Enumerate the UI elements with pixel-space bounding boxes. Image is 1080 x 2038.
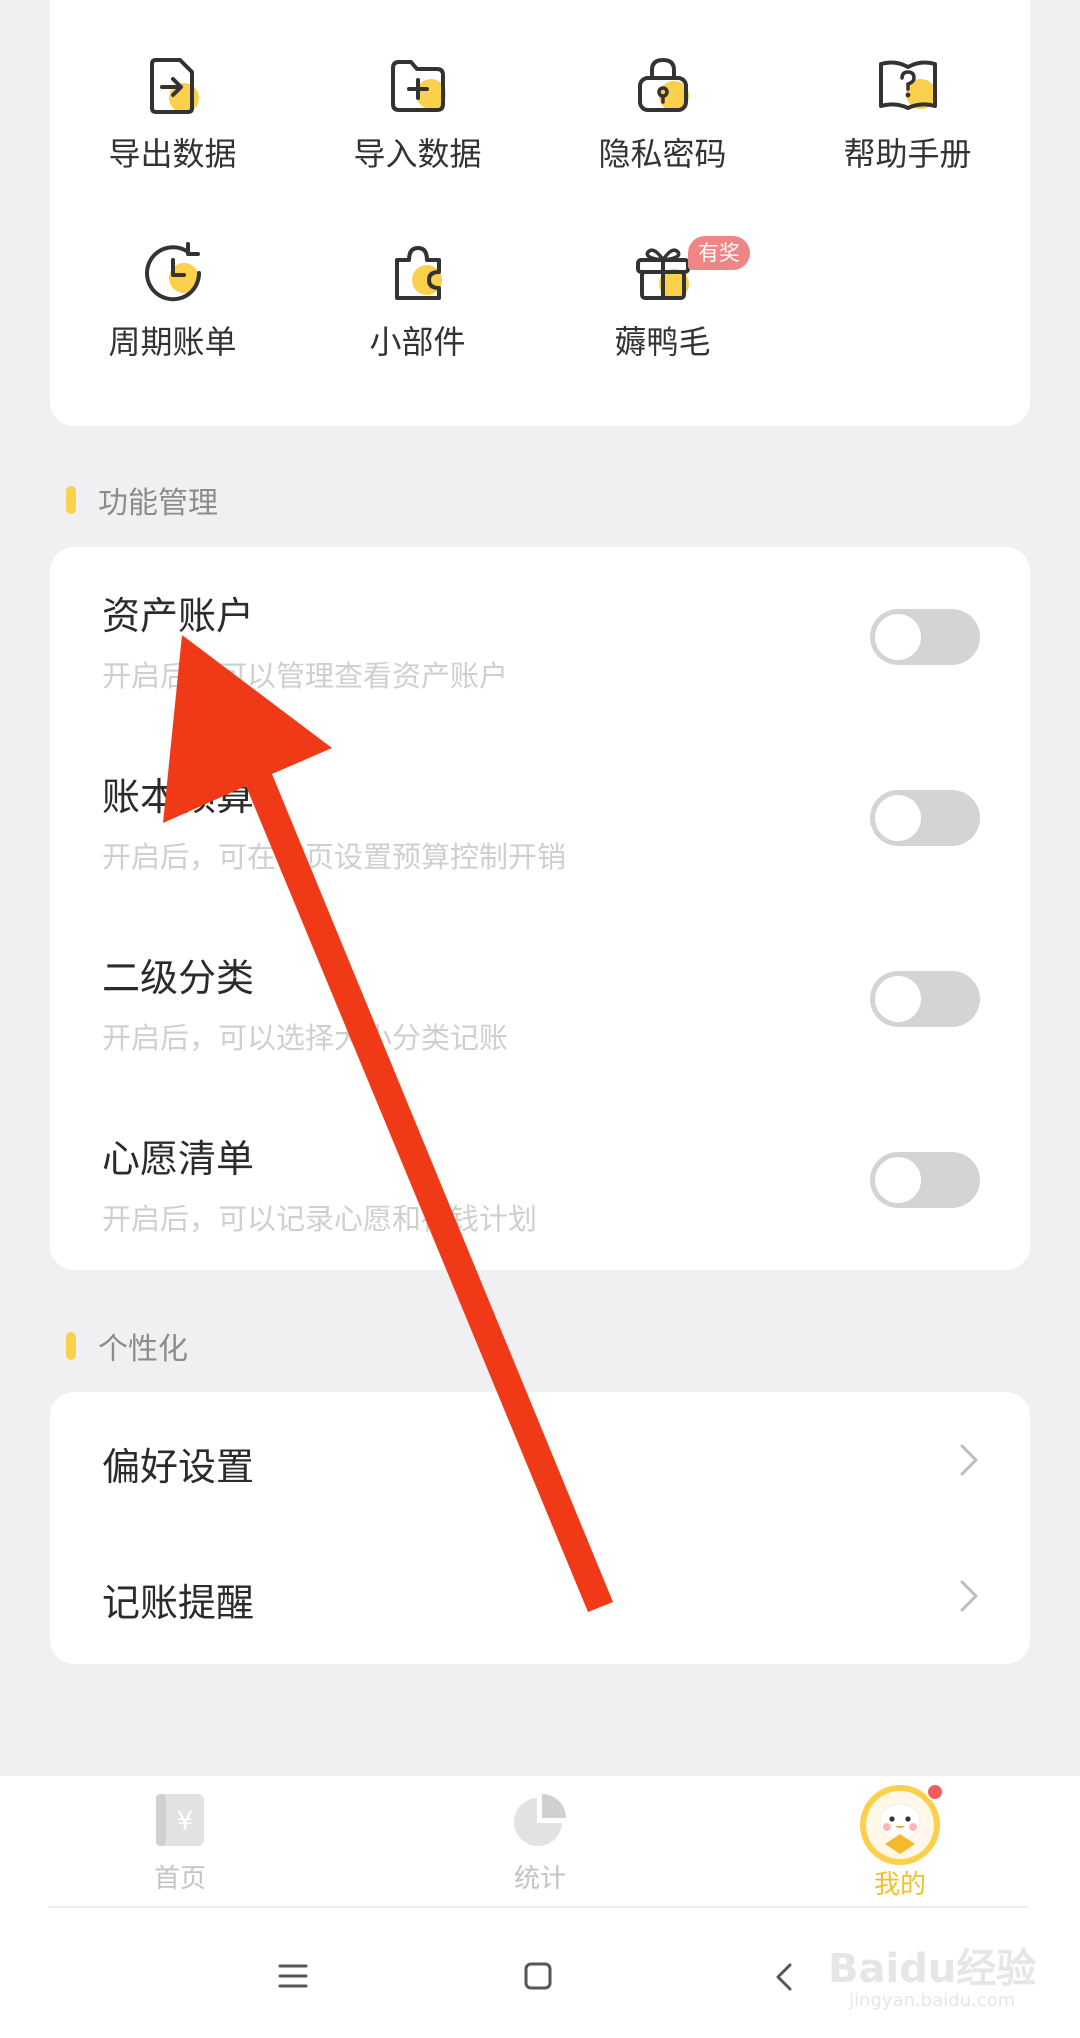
watermark-brand: Baidu经验 bbox=[828, 1946, 1037, 1992]
feature-row-wishlist: 心愿清单 开启后，可以记录心愿和存钱计划 bbox=[50, 1090, 1030, 1270]
tab-mine[interactable]: 我的 bbox=[840, 1783, 960, 1901]
menu-icon[interactable] bbox=[278, 1962, 308, 1990]
tool-periodic-bill[interactable]: 周期账单 bbox=[50, 238, 295, 362]
tab-label: 我的 bbox=[873, 1870, 926, 1900]
back-arrow-icon[interactable] bbox=[772, 1962, 796, 1992]
tool-label: 帮助手册 bbox=[843, 135, 972, 173]
sub-category-toggle[interactable] bbox=[870, 971, 980, 1027]
clock-icon bbox=[144, 242, 201, 302]
feature-row-budget: 账本预算 开启后，可在首页设置预算控制开销 bbox=[50, 728, 1030, 908]
tool-import-data[interactable]: 导入数据 bbox=[295, 50, 540, 174]
tab-statistics[interactable]: 统计 bbox=[480, 1790, 600, 1895]
help-book-icon bbox=[878, 60, 937, 110]
feature-description: 开启后，可以选择大小分类记账 bbox=[102, 1021, 509, 1055]
tool-label: 导入数据 bbox=[353, 135, 482, 173]
section-accent-bar bbox=[66, 486, 76, 514]
toggle-knob bbox=[875, 976, 921, 1022]
chevron-right-icon bbox=[960, 1444, 978, 1476]
gift-icon bbox=[635, 248, 690, 300]
budget-toggle[interactable] bbox=[870, 790, 980, 846]
feature-title: 二级分类 bbox=[102, 956, 255, 1000]
feature-title: 资产账户 bbox=[102, 594, 255, 638]
tool-export-data[interactable]: 导出数据 bbox=[50, 50, 295, 174]
tab-label: 首页 bbox=[153, 1864, 206, 1894]
tab-label: 统计 bbox=[513, 1864, 566, 1894]
tab-home[interactable]: ¥ 首页 bbox=[120, 1790, 240, 1895]
tool-label: 小部件 bbox=[369, 323, 466, 361]
section-title: 个性化 bbox=[98, 1332, 188, 1367]
baidu-watermark: Baidu经验 jingyan.baidu.com bbox=[828, 1936, 1036, 2011]
section-title: 功能管理 bbox=[98, 486, 218, 521]
tool-rewards[interactable]: 薅鸭毛 有奖 bbox=[540, 236, 785, 362]
section-feature-management: 功能管理 bbox=[66, 480, 218, 521]
lock-icon bbox=[637, 57, 689, 112]
import-folder-icon bbox=[390, 60, 446, 112]
row-title: 偏好设置 bbox=[102, 1445, 255, 1489]
toggle-knob bbox=[875, 614, 921, 660]
tool-label: 薅鸭毛 bbox=[614, 323, 711, 361]
section-personalization: 个性化 bbox=[66, 1326, 188, 1367]
ledger-home-icon: ¥ bbox=[156, 1794, 204, 1846]
watermark-url: jingyan.baidu.com bbox=[849, 1990, 1016, 2011]
tool-help-manual[interactable]: 帮助手册 bbox=[785, 50, 1030, 174]
export-file-icon bbox=[149, 58, 199, 114]
tools-card: 导出数据 导入数据 隐私密码 帮助手册 周期账单 小部件 薅鸭毛 有奖 bbox=[50, 0, 1030, 426]
tool-widget[interactable]: 小部件 bbox=[295, 238, 540, 362]
toggle-knob bbox=[875, 795, 921, 841]
nav-divider bbox=[48, 1906, 1028, 1908]
pie-chart-icon bbox=[514, 1794, 566, 1846]
feature-row-asset-account: 资产账户 开启后，可以管理查看资产账户 bbox=[50, 547, 1030, 727]
feature-title: 心愿清单 bbox=[102, 1137, 255, 1181]
home-square-icon[interactable] bbox=[523, 1962, 553, 1990]
feature-title: 账本预算 bbox=[102, 775, 255, 819]
wishlist-toggle[interactable] bbox=[870, 1152, 980, 1208]
tool-label: 隐私密码 bbox=[598, 135, 727, 173]
avatar-duck-icon bbox=[860, 1783, 944, 1865]
reminder-row[interactable]: 记账提醒 bbox=[50, 1528, 1030, 1664]
feature-row-sub-category: 二级分类 开启后，可以选择大小分类记账 bbox=[50, 909, 1030, 1089]
feature-management-card: 资产账户 开启后，可以管理查看资产账户 账本预算 开启后，可在首页设置预算控制开… bbox=[50, 547, 1030, 1270]
personalization-card: 偏好设置 记账提醒 bbox=[50, 1392, 1030, 1664]
tool-label: 周期账单 bbox=[108, 323, 237, 361]
row-title: 记账提醒 bbox=[102, 1581, 255, 1625]
tool-privacy-password[interactable]: 隐私密码 bbox=[540, 50, 785, 174]
reward-badge: 有奖 bbox=[688, 236, 750, 270]
svg-text:¥: ¥ bbox=[177, 1807, 194, 1837]
feature-description: 开启后，可以记录心愿和存钱计划 bbox=[102, 1202, 538, 1236]
feature-description: 开启后，可以管理查看资产账户 bbox=[102, 659, 509, 693]
toggle-knob bbox=[875, 1157, 921, 1203]
section-accent-bar bbox=[66, 1332, 76, 1360]
asset-account-toggle[interactable] bbox=[870, 609, 980, 665]
widget-puzzle-icon bbox=[394, 246, 442, 300]
feature-description: 开启后，可在首页设置预算控制开销 bbox=[102, 840, 567, 874]
preferences-row[interactable]: 偏好设置 bbox=[50, 1392, 1030, 1528]
tool-label: 导出数据 bbox=[108, 135, 237, 173]
chevron-right-icon bbox=[960, 1580, 978, 1612]
bottom-navigation: ¥ 首页 统计 我的 Baidu经验 jingyan.baidu.com bbox=[0, 1776, 1080, 2038]
